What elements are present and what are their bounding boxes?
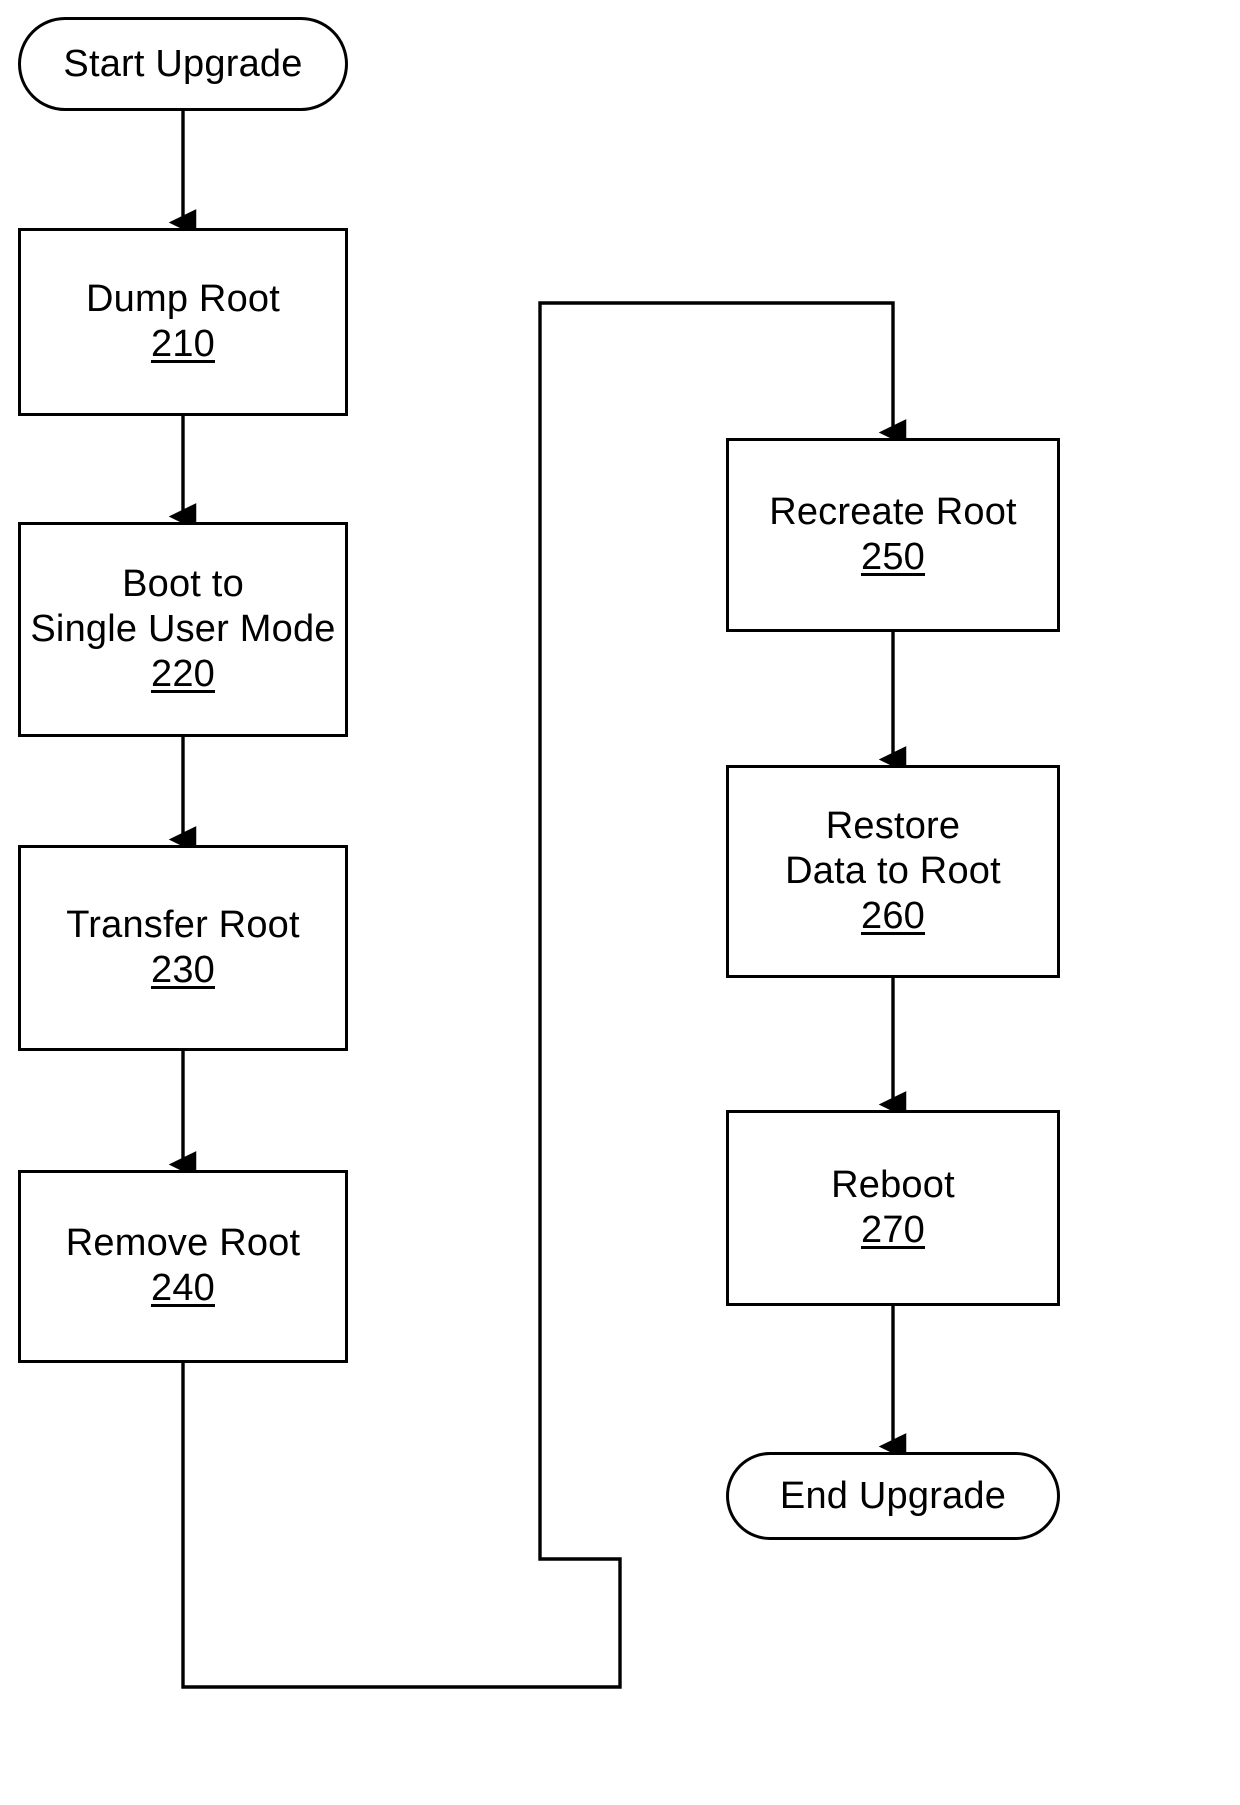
flow-node-reference-number: 210 [150,322,215,365]
flow-node-label: Restore Data to Root [785,804,1001,892]
flow-node-label: Dump Root [86,277,280,320]
flow-node-reference-number: 250 [860,535,925,578]
flow-node-boot-single-user[interactable]: Boot to Single User Mode 220 [18,522,348,737]
flow-node-recreate-root[interactable]: Recreate Root 250 [726,438,1060,632]
flow-node-transfer-root[interactable]: Transfer Root 230 [18,845,348,1051]
flow-node-label: End Upgrade [779,1474,1007,1517]
flow-node-reference-number: 240 [150,1267,215,1310]
flow-node-reboot[interactable]: Reboot 270 [726,1110,1060,1306]
flow-node-reference-number: 220 [150,652,215,695]
flowchart-canvas: Start Upgrade Dump Root 210 Boot to Single … [0,0,1240,1805]
flow-node-label: Remove Root [65,1222,301,1265]
flow-node-label: Start Upgrade [63,42,303,85]
flow-node-label: Transfer Root [66,903,300,946]
flow-node-remove-root[interactable]: Remove Root 240 [18,1170,348,1363]
flow-node-dump-root[interactable]: Dump Root 210 [18,228,348,416]
flow-node-label: Boot to Single User Mode [30,562,336,650]
flow-node-label: Reboot [831,1163,955,1206]
flow-node-label: Recreate Root [769,490,1017,533]
flow-node-restore-data[interactable]: Restore Data to Root 260 [726,765,1060,978]
flow-node-reference-number: 270 [860,1208,925,1251]
flow-node-reference-number: 230 [150,948,215,991]
flow-node-start[interactable]: Start Upgrade [18,17,348,111]
flow-node-reference-number: 260 [860,894,925,937]
flow-node-end[interactable]: End Upgrade [726,1452,1060,1540]
